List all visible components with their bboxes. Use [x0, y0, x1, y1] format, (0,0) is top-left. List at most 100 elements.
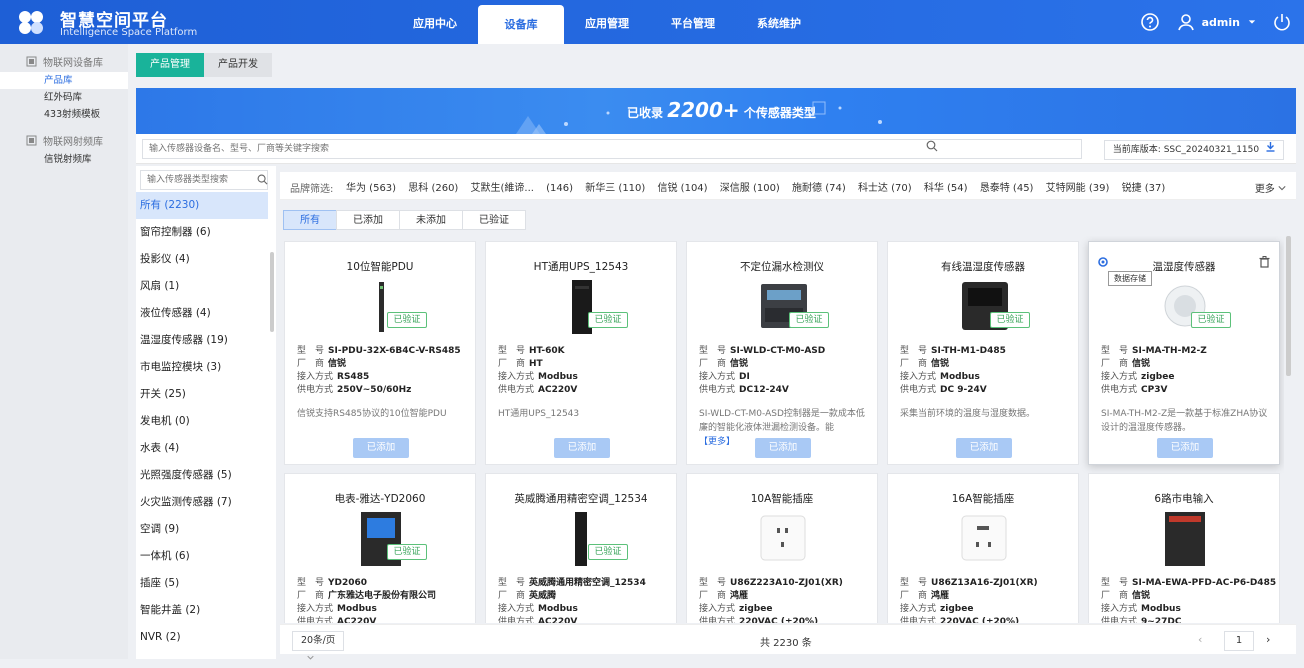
- search-icon[interactable]: [926, 140, 938, 152]
- field-label: 供电方式: [297, 617, 334, 623]
- library-version[interactable]: 当前库版本: SSC_20240321_1150: [1103, 140, 1284, 160]
- brand-option[interactable]: 深信服 (100): [720, 183, 780, 194]
- field-value: 220VAC (±20%): [940, 617, 1020, 623]
- chevron-down-icon[interactable]: [1248, 18, 1256, 26]
- product-access: 接入方式 zigbee: [699, 601, 772, 614]
- field-value: SI-MA-TH-M2-Z: [1132, 346, 1207, 356]
- power-icon[interactable]: [1272, 12, 1292, 32]
- filter-not-added[interactable]: 未添加: [399, 210, 463, 230]
- brand-option[interactable]: 科士达 (70): [858, 183, 912, 194]
- product-card[interactable]: 10位智能PDU 已验证型 号 SI-PDU-32X-6B4C-V-RS485 厂 商…: [284, 241, 476, 465]
- sidebar-item-sundray-rf[interactable]: 信锐射频库: [0, 151, 128, 168]
- added-button[interactable]: 已添加: [554, 438, 610, 458]
- search-icon[interactable]: [257, 174, 268, 185]
- category-item[interactable]: 智能井盖 (2): [136, 597, 268, 624]
- sidebar-group-iot-devices[interactable]: 物联网设备库: [0, 50, 128, 72]
- trash-icon[interactable]: [1259, 256, 1270, 268]
- nav-system-maintenance[interactable]: 系统维护: [736, 0, 822, 44]
- sidebar-group-iot-rf[interactable]: 物联网射频库: [0, 129, 128, 151]
- nav-device-library[interactable]: 设备库: [478, 5, 564, 44]
- brand-option[interactable]: 锐捷 (37): [1122, 183, 1166, 194]
- filter-all[interactable]: 所有: [283, 210, 337, 230]
- category-search-input[interactable]: [140, 170, 268, 190]
- category-item[interactable]: NVR (2): [136, 624, 268, 651]
- field-value: Modbus: [940, 372, 980, 382]
- sidebar-item-ir-library[interactable]: 红外码库: [0, 89, 128, 106]
- product-card[interactable]: 不定位漏水检测仪 已验证型 号 SI-WLD-CT-M0-ASD 厂 商信锐 接入方式 D…: [686, 241, 878, 465]
- added-button[interactable]: 已添加: [755, 438, 811, 458]
- category-item[interactable]: 温湿度传感器 (19): [136, 327, 268, 354]
- brand-option[interactable]: 华为 (563): [346, 183, 396, 194]
- sidebar-item-product-library[interactable]: 产品库: [0, 72, 128, 89]
- product-card[interactable]: 英威腾通用精密空调_12534 已验证型 号英威腾通用精密空调_12534 厂 商英…: [485, 473, 677, 623]
- product-vendor: 厂 商信锐: [1101, 588, 1150, 601]
- product-vendor: 厂 商鸿雁: [699, 588, 748, 601]
- app-subtitle: Intelligence Space Platform: [60, 27, 198, 38]
- category-item[interactable]: 光照强度传感器 (5): [136, 462, 268, 489]
- brand-option[interactable]: 思科 (260): [408, 183, 458, 194]
- help-icon[interactable]: [1140, 12, 1160, 32]
- brand-option[interactable]: 新华三 (110): [585, 183, 645, 194]
- category-item[interactable]: 空调 (9): [136, 516, 268, 543]
- category-scrollbar[interactable]: [270, 252, 274, 332]
- gear-icon[interactable]: [1097, 256, 1109, 268]
- page-size-select[interactable]: 20条/页: [292, 631, 344, 660]
- sidebar-item-433-template[interactable]: 433射频模板: [0, 106, 128, 123]
- product-model: 型 号 SI-MA-TH-M2-Z: [1101, 343, 1207, 356]
- next-page-button[interactable]: ›: [1266, 633, 1270, 646]
- category-item[interactable]: 液位传感器 (4): [136, 300, 268, 327]
- tab-product-development[interactable]: 产品开发: [204, 53, 272, 77]
- filter-verified[interactable]: 已验证: [462, 210, 526, 230]
- brand-option[interactable]: 施耐德 (74): [792, 183, 846, 194]
- brand-option[interactable]: 艾特网能 (39): [1046, 183, 1110, 194]
- added-button[interactable]: 已添加: [353, 438, 409, 458]
- category-item[interactable]: 开关 (25): [136, 381, 268, 408]
- category-item-all[interactable]: 所有 (2230): [136, 192, 268, 219]
- user-icon[interactable]: [1176, 12, 1196, 32]
- category-item[interactable]: 投影仪 (4): [136, 246, 268, 273]
- category-item[interactable]: 一体机 (6): [136, 543, 268, 570]
- user-name[interactable]: admin: [1202, 16, 1240, 29]
- field-label: 厂 商: [498, 359, 526, 369]
- product-card[interactable]: HT通用UPS_12543 已验证型 号 HT-60K 厂 商 HT 接入方式 Modbus…: [485, 241, 677, 465]
- tab-product-management[interactable]: 产品管理: [136, 53, 204, 77]
- product-card[interactable]: 有线温湿度传感器 已验证型 号 SI-TH-M1-D485 厂 商信锐 接入方式 Modb…: [887, 241, 1079, 465]
- field-value: 广东雅达电子股份有限公司: [328, 591, 437, 601]
- category-item[interactable]: 火灾监测传感器 (7): [136, 489, 268, 516]
- more-link[interactable]: 【更多】: [699, 437, 735, 447]
- prev-page-button[interactable]: ‹: [1198, 633, 1202, 646]
- product-card[interactable]: 6路市电输入型 号 SI-MA-EWA-PFD-AC-P6-D485 厂 商信锐 接入…: [1088, 473, 1280, 623]
- verified-badge: 已验证: [990, 312, 1030, 328]
- field-label: 接入方式: [297, 604, 334, 614]
- tooltip: 数据存储: [1108, 271, 1152, 286]
- search-input[interactable]: [142, 139, 1082, 159]
- product-card[interactable]: 16A智能插座型 号 U86Z13A16-ZJ01(XR) 厂 商鸿雁 接入方式 zig…: [887, 473, 1079, 623]
- nav-app-center[interactable]: 应用中心: [392, 0, 478, 44]
- nav-platform-management[interactable]: 平台管理: [650, 0, 736, 44]
- product-card[interactable]: 电表-雅达-YD2060 已验证型 号 YD2060 厂 商广东雅达电子股份有限公司接…: [284, 473, 476, 623]
- nav-app-management[interactable]: 应用管理: [564, 0, 650, 44]
- category-item[interactable]: 风扇 (1): [136, 273, 268, 300]
- brand-option[interactable]: 信锐 (104): [658, 183, 708, 194]
- category-item[interactable]: 插座 (5): [136, 570, 268, 597]
- added-button[interactable]: 已添加: [1157, 438, 1213, 458]
- library-icon: [26, 135, 37, 145]
- brand-option[interactable]: 艾默生(維谛...: [471, 183, 534, 194]
- brand-more-button[interactable]: 更多: [1255, 180, 1286, 195]
- category-item[interactable]: 水表 (4): [136, 435, 268, 462]
- product-scrollbar[interactable]: [1286, 236, 1291, 376]
- banner: 已收录 2200+ 个传感器类型: [136, 88, 1296, 134]
- category-item[interactable]: 市电监控模块 (3): [136, 354, 268, 381]
- search-row: 当前库版本: SSC_20240321_1150: [136, 134, 1296, 164]
- category-item[interactable]: 发电机 (0): [136, 408, 268, 435]
- added-button[interactable]: 已添加: [956, 438, 1012, 458]
- product-card[interactable]: 10A智能插座型 号 U86Z223A10-ZJ01(XR) 厂 商鸿雁 接入方式 zi…: [686, 473, 878, 623]
- brand-option[interactable]: 科华 (54): [924, 183, 968, 194]
- brand-option[interactable]: 恳泰特 (45): [980, 183, 1034, 194]
- filter-added[interactable]: 已添加: [336, 210, 400, 230]
- category-item[interactable]: 窗帘控制器 (6): [136, 219, 268, 246]
- field-value: 信锐: [931, 359, 950, 369]
- current-page-input[interactable]: 1: [1224, 631, 1254, 651]
- download-icon[interactable]: [1266, 142, 1275, 152]
- brand-option[interactable]: (146): [546, 183, 573, 194]
